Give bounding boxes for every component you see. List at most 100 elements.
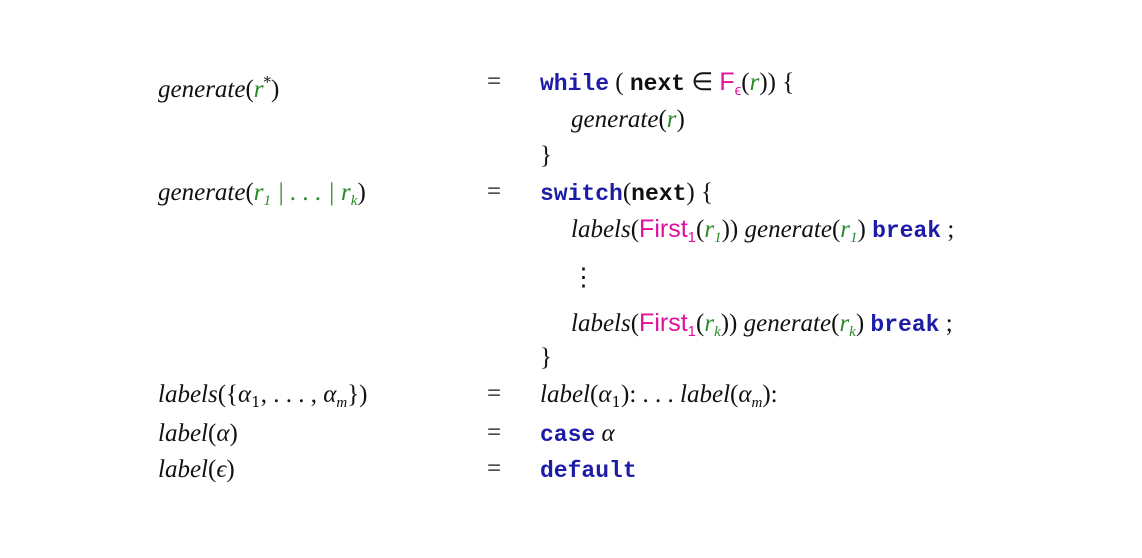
equation-lhs: generate(r*) [158,67,279,105]
math-token: ( [630,216,640,243]
math-token: ( [609,69,630,96]
math-token: First [639,309,688,337]
math-token: ( [741,69,750,96]
math-token: } [540,142,552,169]
equation-rhs-line: generate(r) [571,104,685,135]
math-token: ( [622,179,632,206]
math-token: α [238,381,252,408]
keyword: default [540,458,637,484]
keyword: case [540,422,596,448]
variable: | . . . | [271,179,342,206]
variable: k [714,324,721,340]
equals-sign: = [487,68,502,95]
equation-rhs-line: label(α1): . . . label(αm): [540,379,778,418]
equation-rhs-line: } [540,342,552,373]
math-token: ): . . . [621,381,681,408]
math-token: ) [357,179,366,206]
math-token: ; [939,310,953,337]
math-token: m [751,395,763,411]
variable: r [839,310,850,337]
math-token: next [631,181,687,207]
keyword: break [870,312,940,338]
keyword: break [872,218,942,244]
equation-rhs-line: } [540,140,552,171]
equation-rhs-line: default [540,454,637,486]
equals-sign: = [487,380,502,407]
keyword: while [540,71,610,97]
math-token: α [595,420,615,447]
math-token: ϵ [216,456,227,483]
math-token: labels [158,381,218,408]
variable: r [704,310,715,337]
math-token: 1 [611,393,621,411]
math-token: )) [721,216,745,243]
math-token: ) [271,76,280,103]
math-token: label [158,420,208,447]
math-token: α [216,420,230,447]
equation-rhs-line: switch(next) { [540,177,713,209]
variable: r [253,179,264,206]
math-token: ( [630,310,640,337]
math-token: )) { [759,69,795,96]
math-token: generate [158,76,246,103]
math-token: ) [857,216,873,243]
math-token: ({ [217,381,239,408]
equation-lhs: label(α) [158,418,238,449]
math-token: 1 [687,229,696,246]
math-token: ) [855,310,871,337]
variable: r [341,179,351,206]
math-token: )) [720,310,744,337]
math-token: labels [571,216,631,243]
variable: r [253,76,264,103]
math-token: ( [245,76,254,103]
equation-lhs: label(ϵ) [158,454,235,485]
math-token: ) [676,106,685,133]
math-token: labels [571,310,631,337]
equation-rhs-line: labels(First1(rk)) generate(rk) break ; [571,308,953,347]
keyword: switch [540,181,623,207]
variable: r [666,106,677,133]
equation-lhs: labels({α1, . . . , αm}) [158,379,368,418]
math-token: , . . . , [260,381,324,408]
math-token: F [719,68,735,96]
math-token: α [598,381,612,408]
variable: r [749,69,760,96]
equation-rhs-line: while ( next ∈ Fϵ(r)) { [540,67,794,106]
math-token: ( [245,179,254,206]
variable: 1 [714,230,722,246]
math-token: ∈ [685,69,720,96]
math-token: α [738,381,752,408]
math-token: generate [744,216,832,243]
variable: k [849,324,856,340]
math-token: α [323,381,337,408]
math-token: label [158,456,208,483]
math-token: label [680,381,731,408]
math-token: next [629,71,686,97]
equals-sign: = [487,419,502,446]
equation-rhs-line: labels(First1(r1)) generate(r1) break ; [571,214,954,253]
math-token: ): [762,381,778,408]
math-token: label [540,381,590,408]
math-token: ) { [686,179,713,206]
equation-lhs: generate(r1 | . . . | rk) [158,177,366,216]
variable: 1 [850,230,858,246]
math-token: generate [158,179,246,206]
math-token: generate [571,106,659,133]
math-token: 1 [687,323,696,340]
variable: r [840,216,850,243]
equals-sign: = [487,178,502,205]
variable: 1 [263,193,272,209]
math-token: }) [347,381,368,408]
math-token: generate [743,310,832,337]
math-token: 1 [251,393,261,411]
math-token: First [639,215,688,243]
math-token: ) [226,456,235,483]
math-token: m [336,395,348,411]
equation-rhs-line: ⋮ [571,262,596,293]
equals-sign: = [487,455,502,482]
math-token: ; [941,216,955,243]
math-token: * [263,73,272,91]
math-token: ) [229,420,238,447]
math-token: ⋮ [571,264,596,291]
math-token: ( [658,106,667,133]
